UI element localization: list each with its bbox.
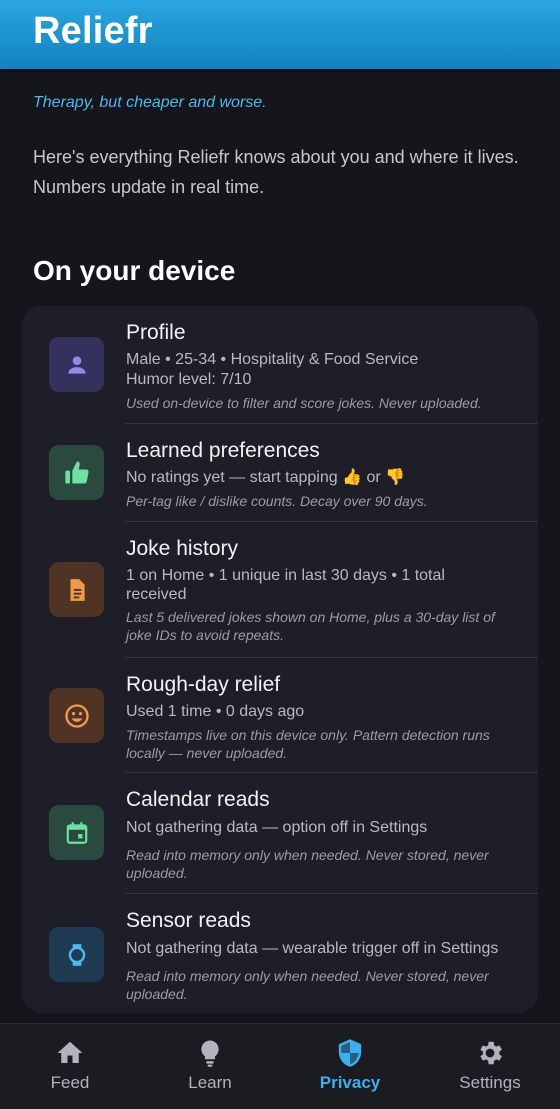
person-icon bbox=[49, 337, 104, 392]
nav-label: Settings bbox=[459, 1073, 521, 1092]
item-note: Used on-device to filter and score jokes… bbox=[126, 395, 482, 411]
section-title: On your device bbox=[33, 255, 236, 286]
nav-item-feed[interactable]: Feed bbox=[0, 1024, 140, 1109]
item-title: Learned preferences bbox=[126, 439, 320, 462]
list-item-calendar-reads: Calendar reads Not gathering data — opti… bbox=[22, 773, 538, 894]
item-title: Sensor reads bbox=[126, 909, 251, 932]
item-title: Calendar reads bbox=[126, 788, 270, 811]
lightbulb-icon bbox=[201, 1040, 219, 1067]
bottom-navigation: Feed Learn Privacy Settings bbox=[0, 1023, 560, 1109]
item-title: Rough-day relief bbox=[126, 673, 281, 696]
calendar-icon bbox=[49, 805, 104, 860]
list-item-joke-history: Joke history 1 on Home • 1 unique in las… bbox=[22, 522, 538, 658]
app-title: Reliefr bbox=[33, 10, 153, 52]
item-note: Read into memory only when needed. Never… bbox=[126, 968, 489, 1002]
item-title: Profile bbox=[126, 321, 186, 344]
list-item-profile: Profile Male • 25-34 • Hospitality & Foo… bbox=[22, 306, 538, 424]
app-bar: Reliefr bbox=[0, 0, 560, 69]
nav-label: Feed bbox=[50, 1073, 90, 1092]
nav-item-settings[interactable]: Settings bbox=[420, 1024, 560, 1109]
thumbs-up-icon bbox=[49, 445, 104, 500]
tagline: Therapy, but cheaper and worse. bbox=[33, 94, 267, 111]
nav-item-learn[interactable]: Learn bbox=[140, 1024, 280, 1109]
intro-text: Here's everything Reliefr knows about yo… bbox=[33, 147, 519, 197]
nav-label: Privacy bbox=[319, 1073, 381, 1092]
list-item-rough-day-relief: Rough-day relief Used 1 time • 0 days ag… bbox=[22, 658, 538, 773]
nav-item-privacy[interactable]: Privacy bbox=[280, 1024, 420, 1109]
item-detail: 1 on Home • 1 unique in last 30 days • 1… bbox=[126, 567, 445, 603]
item-note: Last 5 delivered jokes shown on Home, pl… bbox=[126, 609, 495, 643]
item-detail-secondary: Humor level: 7/10 bbox=[126, 371, 252, 388]
item-detail: Not gathering data — wearable trigger of… bbox=[126, 940, 499, 957]
item-title: Joke history bbox=[126, 537, 239, 560]
item-note: Timestamps live on this device only. Pat… bbox=[126, 727, 490, 761]
shield-icon bbox=[338, 1039, 362, 1067]
item-note: Read into memory only when needed. Never… bbox=[126, 847, 489, 881]
item-detail: Not gathering data — option off in Setti… bbox=[126, 819, 428, 836]
document-icon bbox=[49, 562, 104, 617]
list-item-sensor-reads: Sensor reads Not gathering data — wearab… bbox=[22, 894, 538, 1013]
item-note: Per-tag like / dislike counts. Decay ove… bbox=[126, 493, 428, 509]
watch-icon bbox=[49, 927, 104, 982]
gear-icon bbox=[480, 1041, 502, 1065]
device-data-card: Profile Male • 25-34 • Hospitality & Foo… bbox=[22, 306, 538, 1013]
nav-label: Learn bbox=[188, 1073, 232, 1092]
item-detail: Male • 25-34 • Hospitality & Food Servic… bbox=[126, 351, 419, 368]
smiley-icon bbox=[49, 688, 104, 743]
list-item-learned-preferences: Learned preferences No ratings yet — sta… bbox=[22, 424, 538, 522]
item-detail: Used 1 time • 0 days ago bbox=[126, 703, 305, 720]
item-detail: No ratings yet — start tapping 👍 or 👎 bbox=[126, 469, 406, 486]
home-icon bbox=[57, 1041, 83, 1063]
